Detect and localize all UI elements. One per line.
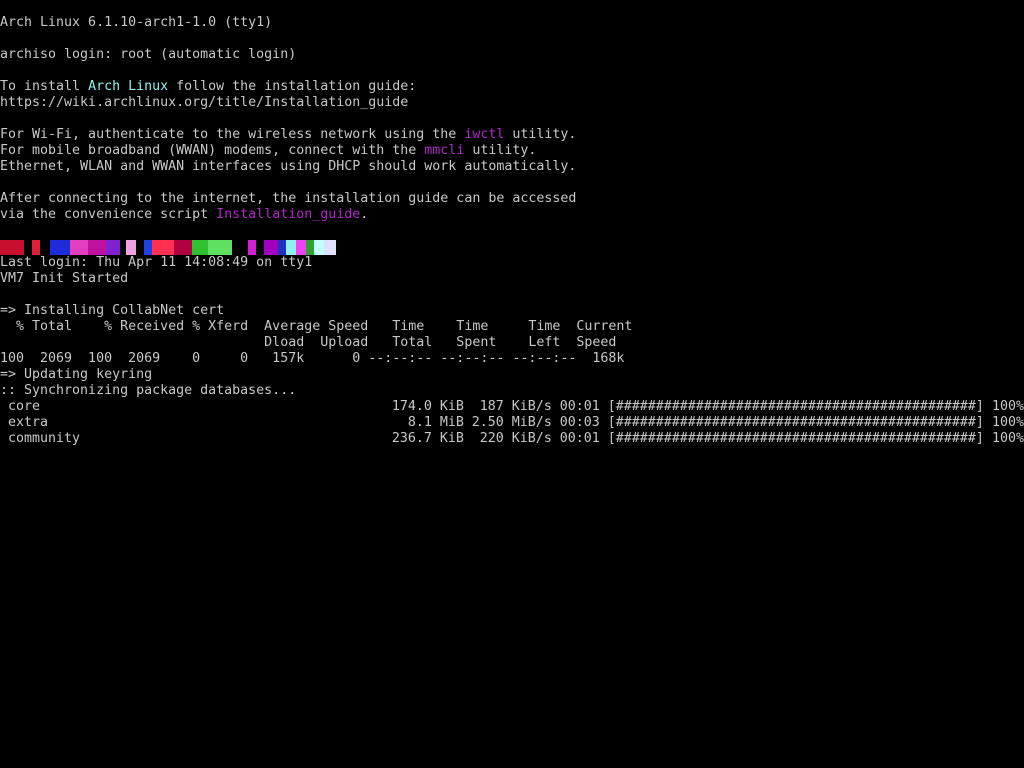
wwan-suffix: utility. xyxy=(464,143,537,158)
database-speed: 2.50 MiB/s xyxy=(471,415,552,430)
database-progress-bar: [#######################################… xyxy=(607,415,984,430)
curl-header-line: % Total % Received % Xferd Average Speed… xyxy=(0,319,633,334)
mmcli-highlight: mmcli xyxy=(424,143,465,158)
database-name: community xyxy=(0,431,81,446)
wifi-prefix: For Wi-Fi, authenticate to the wireless … xyxy=(0,127,465,142)
database-percent: 100% xyxy=(983,415,1024,430)
database-progress-bar: [#######################################… xyxy=(607,399,984,414)
database-speed: 187 KiB/s xyxy=(471,399,552,414)
database-time: 00:01 xyxy=(559,431,600,446)
last-login-line: Last login: Thu Apr 11 14:08:49 on tty1 xyxy=(0,255,313,270)
glitch-block xyxy=(296,240,306,255)
glitch-block xyxy=(324,240,336,255)
wifi-line: For Wi-Fi, authenticate to the wireless … xyxy=(0,127,1024,143)
database-row: core 174.0 KiB 187 KiB/s 00:01 [########… xyxy=(0,399,1024,415)
init-line: VM7 Init Started xyxy=(0,271,129,286)
glitch-block xyxy=(208,240,232,255)
install-intro-prefix: To install xyxy=(0,79,89,94)
database-time: 00:03 xyxy=(559,415,600,430)
glitch-block xyxy=(70,240,88,255)
glitch-block xyxy=(306,240,314,255)
glitch-block xyxy=(126,240,136,255)
database-size: 174.0 KiB xyxy=(391,399,464,414)
login-line: archiso login: root (automatic login) xyxy=(0,47,297,62)
glitch-block xyxy=(278,240,286,255)
database-time: 00:01 xyxy=(559,399,600,414)
database-name: extra xyxy=(0,415,49,430)
dhcp-line: Ethernet, WLAN and WWAN interfaces using… xyxy=(0,159,577,174)
database-row: extra 8.1 MiB 2.50 MiB/s 00:03 [########… xyxy=(0,415,1024,431)
script-line: via the convenience script Installation_… xyxy=(0,207,1024,223)
keyring-line: => Updating keyring xyxy=(0,367,153,382)
guide-url-line: https://wiki.archlinux.org/title/Install… xyxy=(0,95,409,110)
glitch-block xyxy=(106,240,120,255)
glitch-block xyxy=(248,240,256,255)
database-name: core xyxy=(0,399,41,414)
glitch-block xyxy=(88,240,106,255)
wifi-suffix: utility. xyxy=(504,127,577,142)
sync-line: :: Synchronizing package databases... xyxy=(0,383,297,398)
after-connect-line: After connecting to the internet, the in… xyxy=(0,191,577,206)
database-progress-bar: [#######################################… xyxy=(607,431,984,446)
install-intro-suffix: follow the installation guide: xyxy=(168,79,417,94)
glitch-block xyxy=(144,240,152,255)
arch-linux-highlight: Arch Linux xyxy=(88,79,169,94)
wwan-line: For mobile broadband (WWAN) modems, conn… xyxy=(0,143,1024,159)
installation-guide-highlight: Installation_guide xyxy=(216,207,361,222)
script-prefix: via the convenience script xyxy=(0,207,217,222)
curl-progress-line: 100 2069 100 2069 0 0 157k 0 --:--:-- --… xyxy=(0,351,625,366)
terminal-console[interactable]: Arch Linux 6.1.10-arch1-1.0 (tty1) archi… xyxy=(0,15,1024,768)
glitch-block xyxy=(264,240,278,255)
banner-line: Arch Linux 6.1.10-arch1-1.0 (tty1) xyxy=(0,15,273,30)
database-size: 8.1 MiB xyxy=(391,415,464,430)
database-percent: 100% xyxy=(983,431,1024,446)
install-intro-line: To install Arch Linux follow the install… xyxy=(0,79,1024,95)
glitch-block xyxy=(174,240,192,255)
glitch-block xyxy=(0,240,24,255)
script-suffix: . xyxy=(360,207,369,222)
database-percent: 100% xyxy=(983,399,1024,414)
cert-line: => Installing CollabNet cert xyxy=(0,303,225,318)
database-size: 236.7 KiB xyxy=(391,431,464,446)
curl-header-line: Dload Upload Total Spent Left Speed xyxy=(0,335,617,350)
glitch-block xyxy=(50,240,70,255)
glitch-block xyxy=(314,240,324,255)
glitch-block xyxy=(32,240,40,255)
iwctl-highlight: iwctl xyxy=(464,127,505,142)
database-speed: 220 KiB/s xyxy=(471,431,552,446)
glitch-block xyxy=(192,240,208,255)
glitch-block xyxy=(286,240,296,255)
database-row: community 236.7 KiB 220 KiB/s 00:01 [###… xyxy=(0,431,1024,447)
color-glitch-strip xyxy=(0,239,1024,255)
glitch-block xyxy=(152,240,174,255)
wwan-prefix: For mobile broadband (WWAN) modems, conn… xyxy=(0,143,425,158)
